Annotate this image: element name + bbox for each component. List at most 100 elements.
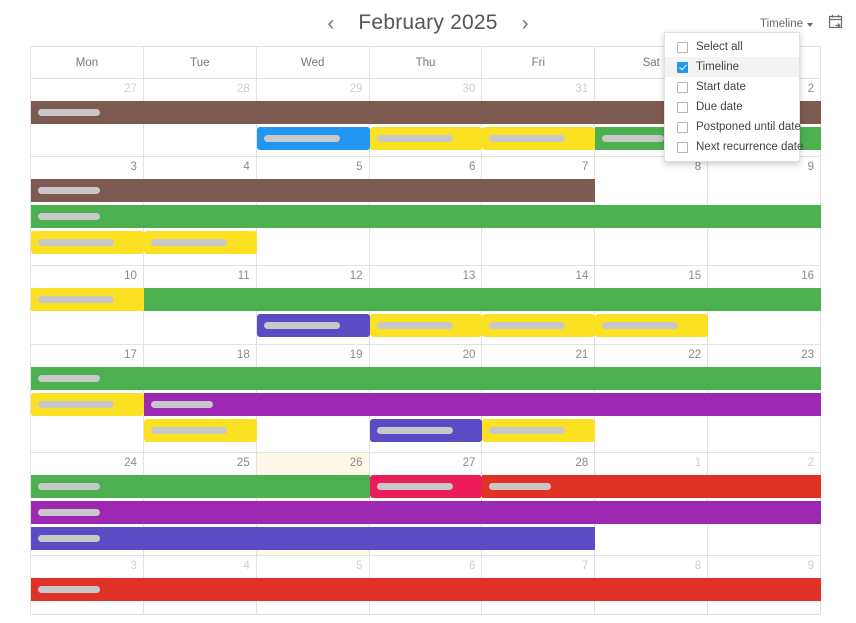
day-number: 22 <box>688 349 701 361</box>
day-number: 27 <box>124 83 137 95</box>
event-bar[interactable] <box>31 288 144 311</box>
checkbox-icon[interactable] <box>677 102 688 113</box>
calendar-week-row: 10 11 12 13 14 15 16 <box>31 266 821 345</box>
event-bar[interactable] <box>144 231 257 254</box>
day-number: 8 <box>695 161 701 173</box>
day-number: 4 <box>243 560 249 572</box>
event-bar-row <box>31 501 821 524</box>
menu-item-postponed-until-date[interactable]: Postponed until date <box>665 117 799 137</box>
menu-item-label: Next recurrence date <box>696 141 803 153</box>
event-bar[interactable] <box>31 231 144 254</box>
event-bar[interactable] <box>257 127 370 150</box>
day-number: 1 <box>695 457 701 469</box>
event-bar[interactable] <box>31 527 595 550</box>
menu-item-start-date[interactable]: Start date <box>665 77 799 97</box>
menu-item-due-date[interactable]: Due date <box>665 97 799 117</box>
event-bar[interactable] <box>144 419 257 442</box>
event-title-placeholder <box>151 427 227 434</box>
event-title-placeholder <box>489 427 565 434</box>
event-bar[interactable] <box>31 393 144 416</box>
checkbox-icon[interactable] <box>677 122 688 133</box>
day-number: 26 <box>350 457 363 469</box>
event-bar-row <box>31 475 821 498</box>
event-bar[interactable] <box>144 393 821 416</box>
day-number: 2 <box>808 457 814 469</box>
event-bar[interactable] <box>370 127 483 150</box>
day-number: 10 <box>124 270 137 282</box>
event-bar[interactable] <box>482 475 821 498</box>
event-bar[interactable] <box>31 205 821 228</box>
menu-item-label: Postponed until date <box>696 121 801 133</box>
day-number: 28 <box>576 457 589 469</box>
event-bar[interactable] <box>31 288 821 311</box>
page-title: February 2025 <box>358 11 497 35</box>
event-title-placeholder <box>38 109 100 116</box>
day-number: 9 <box>808 161 814 173</box>
event-bar[interactable] <box>31 578 821 601</box>
day-number: 2 <box>808 83 814 95</box>
checkbox-icon[interactable] <box>677 142 688 153</box>
weekday-header-mon: Mon <box>31 47 144 78</box>
menu-item-next-recurrence-date[interactable]: Next recurrence date <box>665 137 799 157</box>
event-title-placeholder <box>38 239 114 246</box>
day-number: 4 <box>243 161 249 173</box>
event-bar[interactable] <box>31 475 370 498</box>
day-number: 14 <box>576 270 589 282</box>
event-bar[interactable] <box>31 179 595 202</box>
weekday-header-thu: Thu <box>370 47 483 78</box>
day-number: 23 <box>801 349 814 361</box>
event-bar[interactable] <box>482 314 595 337</box>
event-bar[interactable] <box>482 419 595 442</box>
event-bar[interactable] <box>31 501 821 524</box>
day-number: 24 <box>124 457 137 469</box>
event-title-placeholder <box>38 483 100 490</box>
event-title-placeholder <box>489 483 551 490</box>
menu-item-label: Select all <box>696 41 743 53</box>
day-number: 16 <box>801 270 814 282</box>
weekday-header-tue: Tue <box>144 47 257 78</box>
calendar-week-row: 17181920212223 <box>31 345 821 453</box>
timeline-dropdown-label: Timeline <box>760 18 803 30</box>
day-number: 12 <box>350 270 363 282</box>
day-number: 15 <box>688 270 701 282</box>
day-number: 29 <box>350 83 363 95</box>
calendar-week-row: 3456789 <box>31 157 821 266</box>
event-bar[interactable] <box>482 127 595 150</box>
checkbox-icon[interactable] <box>677 42 688 53</box>
event-title-placeholder <box>38 509 100 516</box>
event-title-placeholder <box>377 427 453 434</box>
event-bar[interactable] <box>257 314 370 337</box>
day-number: 13 <box>463 270 476 282</box>
event-title-placeholder <box>38 401 114 408</box>
menu-item-timeline[interactable]: Timeline <box>665 57 799 77</box>
checkbox-icon[interactable] <box>677 82 688 93</box>
day-number: 11 <box>238 270 250 282</box>
day-number: 7 <box>582 161 588 173</box>
event-title-placeholder <box>38 535 100 542</box>
event-bar[interactable] <box>370 314 483 337</box>
event-bar[interactable] <box>370 475 483 498</box>
event-title-placeholder <box>377 322 453 329</box>
event-bar-row <box>31 367 821 390</box>
day-number: 18 <box>237 349 250 361</box>
menu-item-label: Start date <box>696 81 746 93</box>
menu-item-select-all[interactable]: Select all <box>665 37 799 57</box>
event-title-placeholder <box>151 239 227 246</box>
event-title-placeholder <box>38 296 114 303</box>
event-bar[interactable] <box>31 367 821 390</box>
day-number: 30 <box>463 83 476 95</box>
event-bar[interactable] <box>370 419 483 442</box>
calendar-icon[interactable] <box>827 13 844 35</box>
timeline-dropdown-button[interactable]: Timeline <box>760 18 813 30</box>
event-title-placeholder <box>151 401 213 408</box>
weekday-header-fri: Fri <box>482 47 595 78</box>
prev-month-button[interactable]: ‹ <box>321 11 340 36</box>
timeline-filter-menu[interactable]: Select all Timeline Start date Due date Post… <box>664 32 800 162</box>
event-title-placeholder <box>264 135 340 142</box>
event-title-placeholder <box>489 322 565 329</box>
day-number: 28 <box>237 83 250 95</box>
checkbox-checked-icon[interactable] <box>677 62 688 73</box>
event-bar[interactable] <box>595 314 708 337</box>
event-title-placeholder <box>38 375 100 382</box>
next-month-button[interactable]: › <box>516 11 535 36</box>
